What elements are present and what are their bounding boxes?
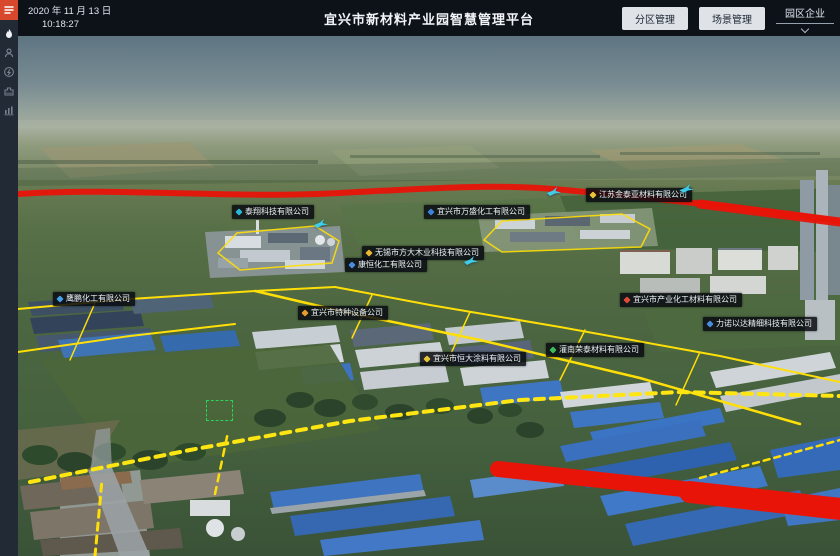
company-marker-icon — [301, 309, 308, 316]
header-actions: 分区管理场景管理 园区企业 — [622, 0, 834, 36]
company-label[interactable]: 灌南荣泰材料有限公司 — [546, 343, 644, 357]
plane-marker-icon[interactable] — [680, 181, 694, 199]
bar-chart-icon — [3, 104, 15, 116]
company-marker-icon — [235, 208, 242, 215]
company-label-text: 鹰鹏化工有限公司 — [66, 295, 130, 303]
hamburger-menu-button[interactable] — [0, 0, 18, 20]
company-label-text: 江苏金泰亚材料有限公司 — [599, 191, 687, 199]
company-label-text: 灌南荣泰材料有限公司 — [559, 346, 639, 354]
company-label[interactable]: 宜兴市特种设备公司 — [298, 306, 388, 320]
plane-marker-icon[interactable] — [464, 253, 478, 271]
datetime-display: 2020 年 11 月 13 日 10:18:27 — [28, 5, 111, 32]
company-marker-icon — [348, 261, 355, 268]
sidebar-item-statistics[interactable] — [0, 100, 18, 119]
company-label-text: 宜兴市特种设备公司 — [311, 309, 383, 317]
factory-icon — [3, 85, 15, 97]
company-label-text: 宜兴市产业化工材料有限公司 — [633, 296, 737, 304]
company-label[interactable]: 康恒化工有限公司 — [345, 258, 427, 272]
top-header-bar: 2020 年 11 月 13 日 10:18:27 宜兴市新材料产业园智慧管理平… — [18, 0, 840, 36]
chevron-down-icon — [801, 24, 809, 32]
company-label-text: 泰翔科技有限公司 — [245, 208, 309, 216]
company-label-text: 宜兴市恒大涂料有限公司 — [433, 355, 521, 363]
sidebar-item-energy[interactable] — [0, 62, 18, 81]
company-label[interactable]: 宜兴市万盛化工有限公司 — [424, 205, 530, 219]
sidebar-item-fire-monitor[interactable] — [0, 24, 18, 43]
company-label-text: 康恒化工有限公司 — [358, 261, 422, 269]
sidebar-item-personnel[interactable] — [0, 43, 18, 62]
company-label-text: 力诺以达精细科技有限公司 — [716, 320, 812, 328]
zone-management-button[interactable]: 分区管理 — [622, 7, 688, 30]
hamburger-icon — [3, 4, 15, 16]
company-marker-icon — [623, 296, 630, 303]
company-label[interactable]: 江苏金泰亚材料有限公司 — [586, 188, 692, 202]
company-label[interactable]: 鹰鹏化工有限公司 — [53, 292, 135, 306]
company-label[interactable]: 泰翔科技有限公司 — [232, 205, 314, 219]
flame-icon — [3, 28, 15, 40]
company-marker-icon — [589, 191, 596, 198]
company-label[interactable]: 宜兴市产业化工材料有限公司 — [620, 293, 742, 307]
plane-marker-icon[interactable] — [314, 216, 328, 234]
plane-marker-icon[interactable] — [547, 184, 561, 202]
company-marker-icon — [56, 295, 63, 302]
company-marker-icon — [706, 320, 713, 327]
current-time: 10:18:27 — [42, 18, 111, 31]
company-marker-icon — [427, 208, 434, 215]
company-marker-icon — [549, 346, 556, 353]
sidebar-item-enterprise[interactable] — [0, 81, 18, 100]
power-icon — [3, 66, 15, 78]
left-sidebar — [0, 0, 18, 556]
company-marker-icon — [423, 355, 430, 362]
company-label[interactable]: 宜兴市恒大涂料有限公司 — [420, 352, 526, 366]
company-label[interactable]: 力诺以达精细科技有限公司 — [703, 317, 817, 331]
current-date: 2020 年 11 月 13 日 — [28, 5, 111, 18]
user-icon — [3, 47, 15, 59]
company-label-text: 宜兴市万盛化工有限公司 — [437, 208, 525, 216]
company-marker-icon — [365, 249, 372, 256]
dropdown-label: 园区企业 — [776, 5, 834, 24]
park-enterprise-dropdown[interactable]: 园区企业 — [776, 5, 834, 32]
scene-management-button[interactable]: 场景管理 — [699, 7, 765, 30]
